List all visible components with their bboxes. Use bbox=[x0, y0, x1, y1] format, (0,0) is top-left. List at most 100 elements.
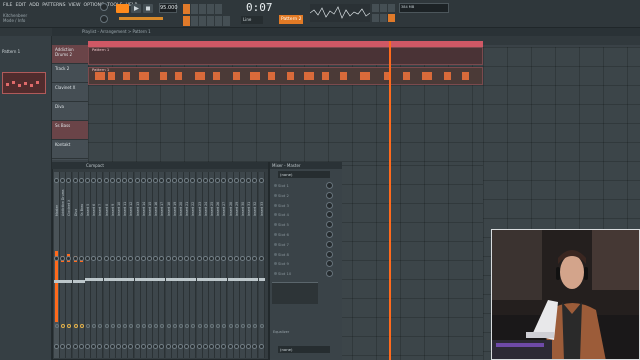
playlist-window-icon[interactable] bbox=[372, 4, 379, 12]
channel-rack-icon[interactable] bbox=[388, 4, 395, 12]
stereo-knob[interactable] bbox=[165, 256, 171, 261]
eq-area[interactable] bbox=[272, 282, 318, 304]
mixer-strip[interactable]: Insert 16 bbox=[153, 172, 160, 358]
route-switch[interactable] bbox=[67, 324, 72, 328]
route-switch[interactable] bbox=[247, 324, 252, 328]
stereo-knob[interactable] bbox=[221, 256, 227, 261]
volume-fader[interactable] bbox=[159, 278, 166, 281]
pan-knob[interactable] bbox=[109, 178, 115, 183]
stereo-knob[interactable] bbox=[215, 256, 221, 261]
stereo-knob[interactable] bbox=[252, 256, 258, 261]
mixer-strip[interactable]: Insert 21 bbox=[184, 172, 191, 358]
stereo-knob[interactable] bbox=[116, 256, 121, 261]
send-knob[interactable] bbox=[233, 344, 239, 349]
route-switch[interactable] bbox=[154, 324, 159, 328]
effect-slot[interactable]: Slot 8 bbox=[272, 250, 334, 259]
volume-fader[interactable] bbox=[54, 280, 60, 283]
mixer-strip[interactable]: Insert 8 bbox=[103, 172, 110, 358]
pan-knob[interactable] bbox=[66, 178, 72, 183]
route-switch[interactable] bbox=[86, 324, 90, 328]
track-header[interactable]: Clavinet X bbox=[52, 83, 88, 102]
pan-knob[interactable] bbox=[153, 178, 159, 183]
route-switch[interactable] bbox=[172, 324, 177, 328]
route-switch[interactable] bbox=[123, 324, 128, 328]
effect-slot[interactable]: Slot 9 bbox=[272, 259, 334, 268]
mixer-strip[interactable]: Insert 29 bbox=[233, 172, 240, 358]
send-knob[interactable] bbox=[134, 344, 140, 349]
mixer-strip[interactable]: Diva bbox=[72, 172, 79, 358]
route-switch[interactable] bbox=[259, 324, 264, 328]
stereo-knob[interactable] bbox=[134, 256, 140, 261]
stereo-knob[interactable] bbox=[66, 256, 72, 261]
pattern-song-toggle[interactable] bbox=[116, 4, 129, 13]
stereo-knob[interactable] bbox=[91, 256, 97, 261]
plugin-picker-icon[interactable] bbox=[388, 13, 395, 22]
mixer-strip[interactable]: Insert 10 bbox=[116, 172, 122, 358]
route-switch[interactable] bbox=[55, 324, 59, 328]
send-knob[interactable] bbox=[60, 344, 66, 349]
mixer-strip[interactable]: Insert 12 bbox=[128, 172, 135, 358]
mixer-strip[interactable]: Insert 22 bbox=[190, 172, 197, 358]
mixer-strip[interactable]: Insert 27 bbox=[221, 172, 228, 358]
route-switch[interactable] bbox=[179, 324, 183, 328]
send-knob[interactable] bbox=[66, 344, 72, 349]
pattern-thumbnail[interactable] bbox=[2, 72, 46, 94]
mixer-strip[interactable]: Addiction Drums bbox=[60, 172, 67, 358]
send-knob[interactable] bbox=[109, 344, 115, 349]
volume-fader[interactable] bbox=[66, 280, 73, 283]
stereo-knob[interactable] bbox=[153, 256, 159, 261]
mixer-strip[interactable]: Ss Bass bbox=[78, 172, 85, 358]
send-knob[interactable] bbox=[85, 344, 90, 349]
send-knob[interactable] bbox=[165, 344, 171, 349]
mixer-strip[interactable]: Insert 32 bbox=[252, 172, 259, 358]
route-switch[interactable] bbox=[216, 324, 221, 328]
pattern-clip[interactable] bbox=[88, 47, 483, 65]
route-switch[interactable] bbox=[129, 324, 134, 328]
route-switch[interactable] bbox=[166, 324, 171, 328]
volume-fader[interactable] bbox=[165, 278, 172, 281]
route-switch[interactable] bbox=[160, 324, 165, 328]
mixer-strip[interactable]: Insert 25 bbox=[209, 172, 215, 358]
pan-knob[interactable] bbox=[147, 178, 152, 183]
route-switch[interactable] bbox=[234, 324, 239, 328]
pan-knob[interactable] bbox=[128, 178, 134, 183]
send-knob[interactable] bbox=[202, 344, 208, 349]
pan-knob[interactable] bbox=[116, 178, 121, 183]
send-knob[interactable] bbox=[128, 344, 134, 349]
slot-status-icon[interactable] bbox=[274, 252, 277, 256]
route-switch[interactable] bbox=[110, 324, 115, 328]
volume-fader[interactable] bbox=[60, 280, 67, 283]
pan-knob[interactable] bbox=[97, 178, 103, 183]
mixer-strip[interactable]: Master bbox=[54, 172, 60, 358]
mixer-strip[interactable]: Insert 11 bbox=[122, 172, 129, 358]
route-switch[interactable] bbox=[253, 324, 258, 328]
volume-fader[interactable] bbox=[184, 278, 191, 281]
send-knob[interactable] bbox=[91, 344, 97, 349]
output-select[interactable]: (none) bbox=[278, 346, 330, 353]
browser-item[interactable]: Pattern 1 bbox=[2, 49, 50, 56]
volume-fader[interactable] bbox=[153, 278, 160, 281]
effect-slot[interactable]: Slot 3 bbox=[272, 201, 334, 210]
stereo-knob[interactable] bbox=[60, 256, 66, 261]
volume-fader[interactable] bbox=[128, 278, 135, 281]
snap-select[interactable]: Line bbox=[241, 16, 263, 24]
send-knob[interactable] bbox=[72, 344, 78, 349]
menu-file[interactable]: FILE bbox=[3, 3, 12, 8]
mixer-strip[interactable]: Insert 23 bbox=[196, 172, 203, 358]
track-header[interactable]: Addiction Drums 2 bbox=[52, 45, 88, 64]
mixer-strip[interactable]: Insert 9 bbox=[109, 172, 116, 358]
pan-knob[interactable] bbox=[178, 178, 183, 183]
pan-knob[interactable] bbox=[103, 178, 109, 183]
slot-status-icon[interactable] bbox=[274, 213, 277, 217]
pan-knob[interactable] bbox=[171, 178, 177, 183]
mixer-strip[interactable]: Insert 31 bbox=[246, 172, 253, 358]
slot-status-icon[interactable] bbox=[274, 223, 277, 227]
pan-knob[interactable] bbox=[227, 178, 233, 183]
pan-knob[interactable] bbox=[196, 178, 202, 183]
stereo-knob[interactable] bbox=[196, 256, 202, 261]
route-switch[interactable] bbox=[210, 324, 214, 328]
stereo-knob[interactable] bbox=[159, 256, 165, 261]
mixer-strip[interactable]: Insert 15 bbox=[147, 172, 153, 358]
play-button[interactable] bbox=[131, 4, 141, 13]
volume-fader[interactable] bbox=[221, 278, 228, 281]
